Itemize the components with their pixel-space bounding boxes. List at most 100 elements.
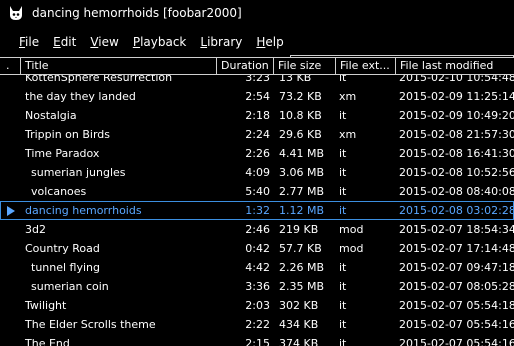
row-status-cell <box>0 296 21 315</box>
playlist-row[interactable]: sumerian coin 3:36 2.35 MB it 2015-02-07 08:… <box>0 277 514 296</box>
track-file-ext: it <box>339 299 347 312</box>
row-status-cell <box>0 125 21 144</box>
column-header-file-ext[interactable]: File ext... <box>336 58 396 75</box>
playlist-row[interactable]: Trippin on Birds 2:24 29.6 KB xm 2015-02-08 … <box>0 125 514 144</box>
track-file-size: 29.6 KB <box>279 128 322 141</box>
playlist-row-now-playing[interactable]: dancing hemorrhoids 1:32 1.12 MB it 2015-02-… <box>0 201 514 220</box>
column-header-file-last-modified[interactable]: File last modified <box>396 58 514 75</box>
playlist-row[interactable]: volcanoes 5:40 2.77 MB it 2015-02-08 08:40:0… <box>0 182 514 201</box>
menu-item-help[interactable]: Help <box>249 31 290 53</box>
track-title: Country Road <box>25 242 100 255</box>
track-title: Nostalgia <box>25 109 77 122</box>
row-status-cell <box>0 220 21 239</box>
playlist-row[interactable]: the day they landed 2:54 73.2 KB xm 2015-02-… <box>0 87 514 106</box>
playlist-row[interactable]: Twilight 2:03 302 KB it 2015-02-07 05:54:18 <box>0 296 514 315</box>
menu-item-playback[interactable]: Playback <box>126 31 194 53</box>
track-file-size: 302 KB <box>279 299 319 312</box>
track-file-size: 3.06 MB <box>279 166 325 179</box>
row-status-cell <box>0 106 21 125</box>
menu-label-rest: elp <box>265 35 284 49</box>
playlist-row[interactable]: Nostalgia 2:18 10.8 KB it 2015-02-09 10:49:2… <box>0 106 514 125</box>
row-status-cell <box>0 258 21 277</box>
playlist-row[interactable]: sumerian jungles 4:09 3.06 MB it 2015-02-08 … <box>0 163 514 182</box>
track-last-modified: 2015-02-07 17:14:48 <box>399 242 514 255</box>
menu-label-rest: layback <box>140 35 187 49</box>
track-title: sumerian jungles <box>31 166 126 179</box>
track-title: tunnel flying <box>31 261 100 274</box>
track-file-size: 73.2 KB <box>279 90 322 103</box>
track-file-ext: it <box>339 318 347 331</box>
track-duration: 2:46 <box>245 223 270 236</box>
menu-label-rest: dit <box>60 35 77 49</box>
menu-label-rest: iew <box>98 35 119 49</box>
track-file-ext: it <box>339 166 347 179</box>
track-last-modified: 2015-02-08 16:41:30 <box>399 147 514 160</box>
track-title: Trippin on Birds <box>25 128 111 141</box>
track-title: volcanoes <box>31 185 87 198</box>
playlist-row[interactable]: tunnel flying 4:42 2.26 MB it 2015-02-07 09:… <box>0 258 514 277</box>
menu-label-rest: ibrary <box>207 35 243 49</box>
track-last-modified: 2015-02-07 18:54:34 <box>399 223 514 236</box>
track-file-ext: it <box>339 185 347 198</box>
menu-item-edit[interactable]: Edit <box>46 31 83 53</box>
menu-item-library[interactable]: Library <box>193 31 249 53</box>
menu-accelerator: P <box>132 35 141 49</box>
track-title: The Elder Scrolls theme <box>25 318 156 331</box>
track-file-size: 434 KB <box>279 318 319 331</box>
track-file-ext: it <box>339 337 347 346</box>
column-header: . Title Duration File size File ext... F… <box>0 58 514 75</box>
track-duration: 2:54 <box>245 90 270 103</box>
track-last-modified: 2015-02-07 05:54:16 <box>399 318 514 331</box>
playlist-row[interactable]: The Elder Scrolls theme 2:22 434 KB it 2015-… <box>0 315 514 334</box>
track-duration: 2:26 <box>245 147 270 160</box>
row-status-cell <box>0 201 21 220</box>
playlist-view[interactable]: KottenSphere Resurrection 3:23 13 KB it 2015… <box>0 57 514 346</box>
track-file-ext: mod <box>339 223 364 236</box>
row-status-cell <box>0 239 21 258</box>
menu-item-view[interactable]: View <box>83 31 125 53</box>
column-header-mark[interactable]: . <box>0 58 21 75</box>
track-title: dancing hemorrhoids <box>25 204 142 217</box>
title-bar[interactable]: dancing hemorrhoids [foobar2000] <box>0 0 514 26</box>
track-title: Time Paradox <box>25 147 100 160</box>
playlist-row[interactable]: Time Paradox 2:26 4.41 MB it 2015-02-08 16:4… <box>0 144 514 163</box>
column-header-file-size[interactable]: File size <box>274 58 336 75</box>
track-last-modified: 2015-02-07 08:05:28 <box>399 280 514 293</box>
track-last-modified: 2015-02-07 05:54:16 <box>399 337 514 346</box>
track-last-modified: 2015-02-07 05:54:18 <box>399 299 514 312</box>
track-file-ext: it <box>339 280 347 293</box>
track-title: sumerian coin <box>31 280 109 293</box>
track-last-modified: 2015-02-08 21:57:30 <box>399 128 514 141</box>
row-status-cell <box>0 87 21 106</box>
playlist-rows: KottenSphere Resurrection 3:23 13 KB it 2015… <box>0 68 514 346</box>
playlist-row[interactable]: Country Road 0:42 57.7 KB mod 2015-02-07 17:… <box>0 239 514 258</box>
track-duration: 2:24 <box>245 128 270 141</box>
track-file-ext: it <box>339 147 347 160</box>
row-status-cell <box>0 182 21 201</box>
track-duration: 4:42 <box>245 261 270 274</box>
menu-accelerator: E <box>53 35 61 49</box>
track-file-size: 57.7 KB <box>279 242 322 255</box>
track-duration: 2:03 <box>245 299 270 312</box>
row-status-cell <box>0 277 21 296</box>
track-file-size: 374 KB <box>279 337 319 346</box>
track-file-size: 10.8 KB <box>279 109 322 122</box>
menu-label-rest: ile <box>25 35 40 49</box>
playlist-row[interactable]: 3d2 2:46 219 KB mod 2015-02-07 18:54:34 <box>0 220 514 239</box>
column-header-duration[interactable]: Duration <box>217 58 274 75</box>
track-duration: 0:42 <box>245 242 270 255</box>
track-duration: 4:09 <box>245 166 270 179</box>
menu-item-file[interactable]: File <box>12 31 46 53</box>
row-status-cell <box>0 163 21 182</box>
track-file-size: 219 KB <box>279 223 319 236</box>
track-file-ext: mod <box>339 242 364 255</box>
track-file-size: 1.12 MB <box>279 204 325 217</box>
track-last-modified: 2015-02-07 09:47:18 <box>399 261 514 274</box>
track-file-ext: it <box>339 204 347 217</box>
foobar-cat-icon[interactable] <box>6 3 26 23</box>
track-file-ext: it <box>339 261 347 274</box>
playlist-row[interactable]: The End 2:15 374 KB it 2015-02-07 05:54:16 <box>0 334 514 346</box>
column-header-title[interactable]: Title <box>21 58 217 75</box>
track-file-ext: xm <box>339 90 357 103</box>
track-file-size: 2.26 MB <box>279 261 325 274</box>
